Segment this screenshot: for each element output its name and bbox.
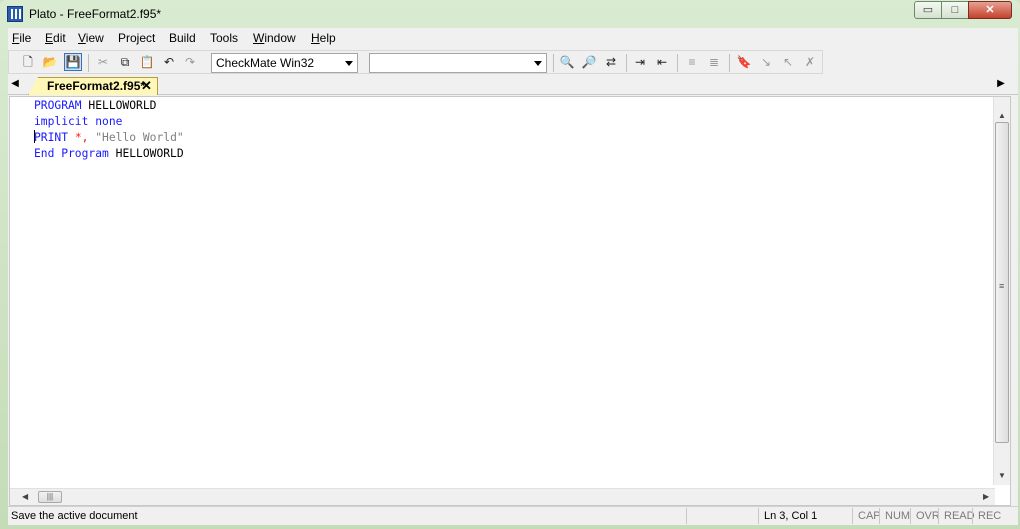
horizontal-scrollbar[interactable]: ◀ ||| ▶ <box>10 488 995 505</box>
num-lock-indicator: NUM <box>879 508 911 524</box>
tab-scroll-right-icon[interactable]: ▶ <box>996 78 1006 90</box>
toolbar-separator <box>626 54 627 72</box>
app-window: Plato - FreeFormat2.f95* ▭ □ ✕ File Edit… <box>0 0 1020 529</box>
tab-label: FreeFormat2.f95* <box>47 79 146 93</box>
new-file-icon[interactable]: 🗋 <box>20 54 36 70</box>
menu-view[interactable]: View <box>78 31 104 45</box>
code-keyword: PRINT <box>34 131 69 144</box>
status-message: Save the active document <box>11 510 138 522</box>
save-file-icon[interactable]: 💾 <box>64 53 82 71</box>
editor-gutter[interactable] <box>10 97 32 485</box>
menu-edit[interactable]: Edit <box>45 31 66 45</box>
code-text[interactable]: PROGRAM HELLOWORLD implicit none PRINT *, … <box>34 98 184 162</box>
undo-icon[interactable]: ↶ <box>161 54 177 70</box>
window-title: Plato - FreeFormat2.f95* <box>29 7 162 21</box>
code-keyword: PROGRAM <box>34 99 82 112</box>
indent-icon[interactable]: ⇥ <box>632 54 648 70</box>
overwrite-indicator: OVR <box>910 508 940 524</box>
bookmark-clear-icon[interactable]: ✗ <box>802 54 818 70</box>
client-area: File Edit View Project Build Tools Windo… <box>8 28 1018 525</box>
chevron-down-icon <box>345 61 353 66</box>
toolbar-separator <box>88 54 89 72</box>
code-identifier: HELLOWORLD <box>115 147 184 160</box>
code-line-4: End Program HELLOWORLD <box>34 146 184 162</box>
cut-icon[interactable]: ✂ <box>95 54 111 70</box>
toolbar-separator <box>729 54 730 72</box>
menu-help[interactable]: Help <box>311 31 336 45</box>
caps-lock-indicator: CAP <box>852 508 881 524</box>
code-keyword: implicit none <box>34 115 123 128</box>
menu-project[interactable]: Project <box>118 31 155 45</box>
status-spacer <box>686 508 758 524</box>
horizontal-scroll-thumb[interactable]: ||| <box>38 491 62 503</box>
scroll-down-icon[interactable]: ▼ <box>998 471 1006 480</box>
code-line-3: PRINT *, "Hello World" <box>34 130 184 146</box>
open-file-icon[interactable]: 📂 <box>42 54 58 70</box>
chevron-down-icon <box>534 61 542 66</box>
status-bar: Save the active document Ln 3, Col 1 CAP… <box>8 506 1018 525</box>
menu-window[interactable]: Window <box>253 31 296 45</box>
scroll-left-icon[interactable]: ◀ <box>22 492 28 501</box>
find-next-icon[interactable]: 🔎 <box>581 54 597 70</box>
vertical-scrollbar[interactable]: ▲ ≡ ▼ <box>993 97 1010 485</box>
scroll-right-icon[interactable]: ▶ <box>983 492 989 501</box>
code-line-2: implicit none <box>34 114 184 130</box>
toolbar-separator <box>677 54 678 72</box>
target-select[interactable] <box>369 53 547 73</box>
bookmark-previous-icon[interactable]: ↖ <box>780 54 796 70</box>
close-window-button[interactable]: ✕ <box>968 1 1012 19</box>
menu-tools[interactable]: Tools <box>210 31 238 45</box>
read-only-indicator: READ <box>938 508 975 524</box>
macro-record-indicator: REC <box>972 508 1004 524</box>
replace-icon[interactable]: ⇄ <box>603 54 619 70</box>
main-toolbar: 🗋 📂 💾 ✂ ⧉ 📋 ↶ ↷ CheckMate Win32 🔍 🔎 ⇄ ⇥ … <box>8 50 823 74</box>
menu-bar: File Edit View Project Build Tools Windo… <box>8 28 1018 48</box>
bookmark-toggle-icon[interactable]: 🔖 <box>736 54 752 70</box>
title-bar[interactable]: Plato - FreeFormat2.f95* ▭ □ ✕ <box>0 0 1020 28</box>
maximize-button[interactable]: □ <box>941 1 969 19</box>
code-line-1: PROGRAM HELLOWORLD <box>34 98 184 114</box>
document-tab-strip: ◀ FreeFormat2.f95* ✕ ▶ <box>8 75 1018 95</box>
minimize-button[interactable]: ▭ <box>914 1 942 19</box>
comment-icon[interactable]: ≡ <box>684 54 700 70</box>
scroll-grip-icon: ≡ <box>999 281 1005 291</box>
scroll-up-icon[interactable]: ▲ <box>998 111 1006 120</box>
menu-build[interactable]: Build <box>169 31 196 45</box>
bookmark-next-icon[interactable]: ↘ <box>758 54 774 70</box>
outdent-icon[interactable]: ⇤ <box>654 54 670 70</box>
vertical-scroll-thumb[interactable]: ≡ <box>995 122 1009 443</box>
code-keyword: End Program <box>34 147 109 160</box>
code-operator: *, <box>74 131 89 144</box>
code-identifier: HELLOWORLD <box>88 99 157 112</box>
redo-icon[interactable]: ↷ <box>182 54 198 70</box>
tab-scroll-left-icon[interactable]: ◀ <box>10 78 20 90</box>
paste-icon[interactable]: 📋 <box>139 54 155 70</box>
copy-icon[interactable]: ⧉ <box>117 54 133 70</box>
plato-app-icon[interactable] <box>7 6 23 22</box>
uncomment-icon[interactable]: ≣ <box>706 54 722 70</box>
code-string: "Hello World" <box>95 131 184 144</box>
tab-freeformat2[interactable]: FreeFormat2.f95* ✕ <box>28 77 158 95</box>
close-tab-icon[interactable]: ✕ <box>141 78 152 94</box>
toolbar-separator <box>553 54 554 72</box>
menu-file[interactable]: File <box>12 31 31 45</box>
configuration-select-value: CheckMate Win32 <box>216 56 315 70</box>
code-editor[interactable]: PROGRAM HELLOWORLD implicit none PRINT *, … <box>9 96 1011 506</box>
configuration-select[interactable]: CheckMate Win32 <box>211 53 358 73</box>
find-icon[interactable]: 🔍 <box>559 54 575 70</box>
cursor-position: Ln 3, Col 1 <box>758 508 852 524</box>
